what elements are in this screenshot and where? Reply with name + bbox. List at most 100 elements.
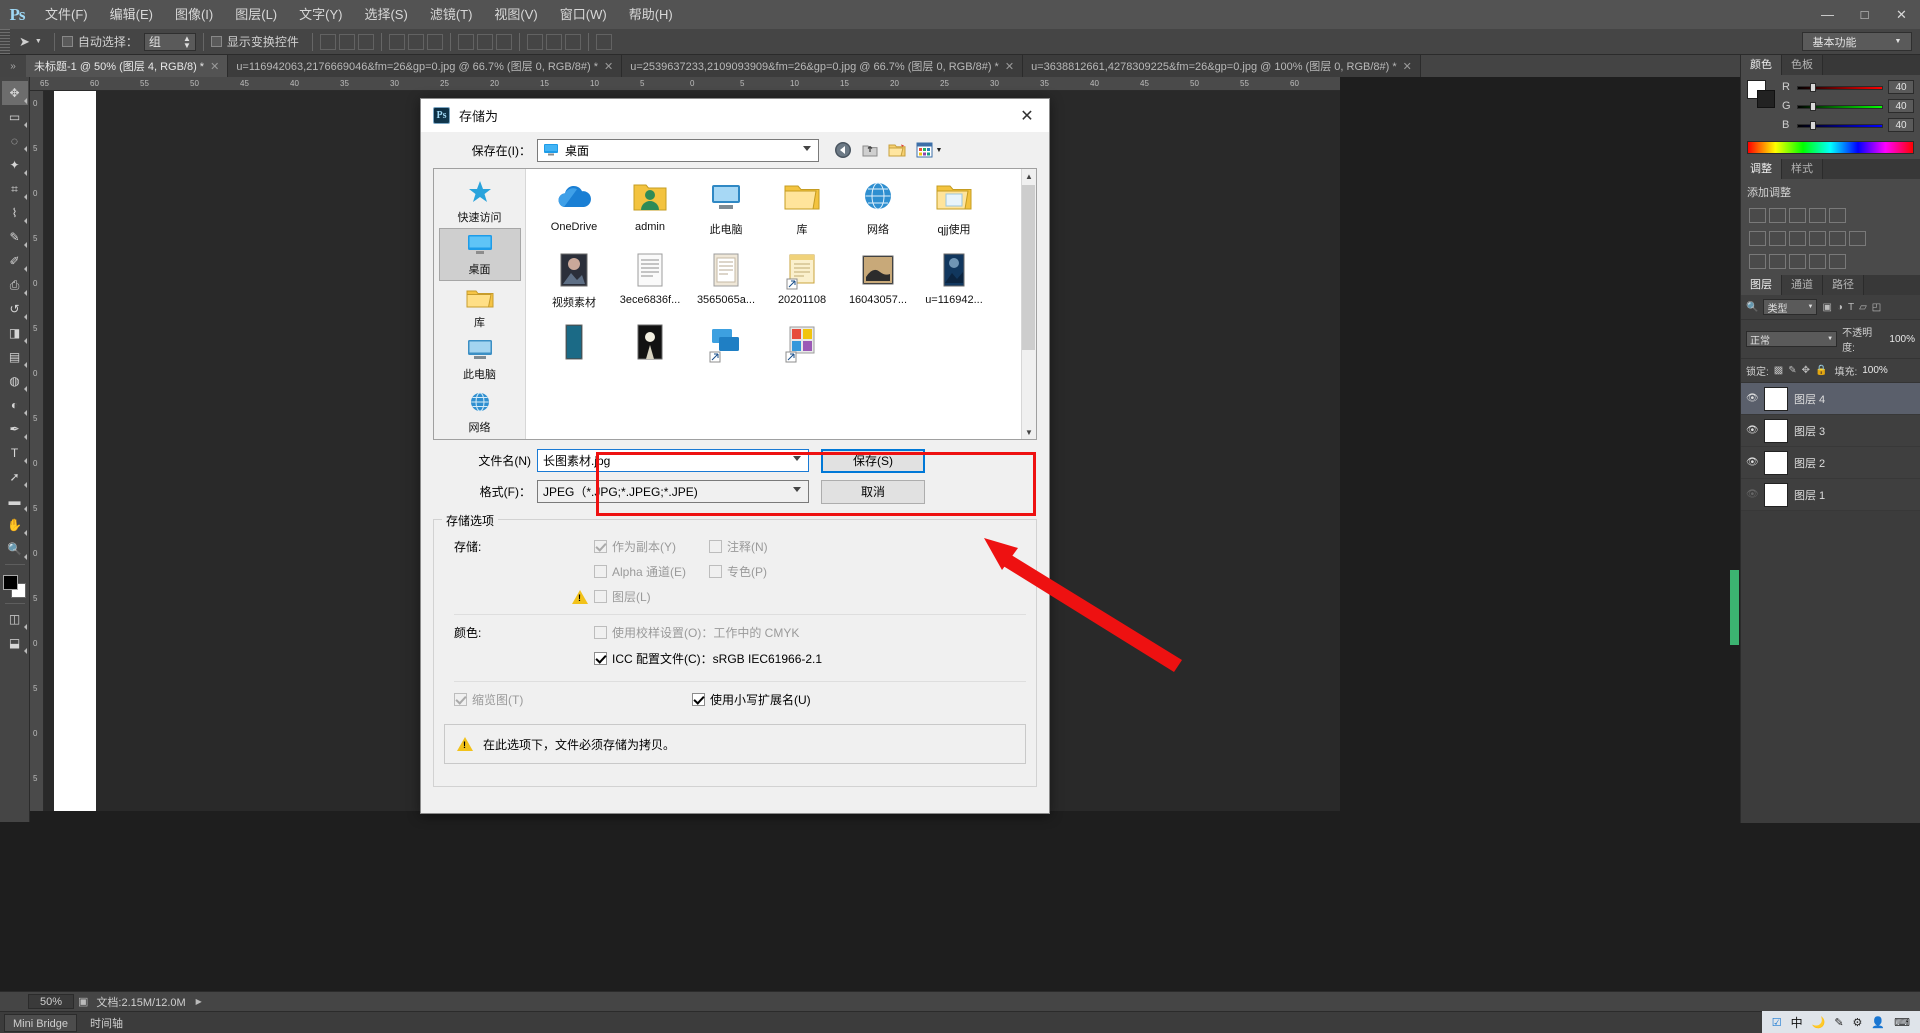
zoom-tool[interactable]: 🔍 [2, 537, 28, 561]
file-item[interactable]: 3565065a... [688, 250, 764, 323]
document-tab-1[interactable]: 未标题-1 @ 50% (图层 4, RGB/8) * ✕ [26, 55, 228, 77]
exposure-icon[interactable] [1809, 208, 1826, 223]
healing-brush-tool[interactable]: ✎ [2, 225, 28, 249]
menu-edit[interactable]: 编辑(E) [99, 0, 164, 29]
file-item[interactable]: 20201108 [764, 250, 840, 323]
format-dropdown[interactable]: JPEG（*.JPG;*.JPEG;*.JPE) [537, 480, 809, 503]
color-balance-icon[interactable] [1769, 231, 1786, 246]
tab-swatches[interactable]: 色板 [1782, 55, 1823, 75]
document-info-icon[interactable]: ▣ [78, 995, 88, 1008]
layer-row-4[interactable]: 👁 图层 1 [1741, 479, 1920, 511]
tab-channels[interactable]: 通道 [1782, 275, 1823, 295]
curves-icon[interactable] [1789, 208, 1806, 223]
pixel-filter-icon[interactable]: ▣ [1822, 302, 1831, 313]
file-item[interactable]: 网络 [840, 177, 916, 250]
file-item[interactable]: admin [612, 177, 688, 250]
thumbnail-option[interactable]: 缩览图(T) [454, 691, 594, 708]
crop-tool[interactable]: ⌗ [2, 177, 28, 201]
place-quick-access[interactable]: 快速访问 [439, 175, 521, 228]
clone-stamp-tool[interactable]: ⎙ [2, 273, 28, 297]
menu-view[interactable]: 视图(V) [483, 0, 548, 29]
gradient-map-icon[interactable] [1809, 254, 1826, 269]
color-swatches[interactable] [2, 574, 28, 600]
pen-tool[interactable]: ✒ [2, 417, 28, 441]
dialog-title-bar[interactable]: Ps 存储为 ✕ [421, 99, 1049, 132]
slider-track-r[interactable] [1797, 84, 1883, 91]
quick-mask-toggle[interactable]: ◫ [2, 607, 28, 631]
file-item[interactable]: 此电脑 [688, 177, 764, 250]
move-tool-preset[interactable]: ➤ ▼ [14, 34, 47, 50]
screen-mode-toggle[interactable]: ⬓ [2, 631, 28, 655]
place-library[interactable]: 库 [439, 281, 521, 334]
lowercase-ext-checkbox[interactable] [692, 693, 705, 706]
show-transform-checkbox[interactable] [211, 36, 222, 47]
slider-track-g[interactable] [1797, 103, 1883, 110]
color-slider-b[interactable]: B 40 [1782, 118, 1914, 132]
lock-image-icon[interactable]: ✎ [1788, 365, 1796, 376]
close-icon[interactable]: ✕ [1005, 60, 1014, 73]
layer-row-2[interactable]: 👁 图层 3 [1741, 415, 1920, 447]
channel-value-b[interactable]: 40 [1888, 118, 1914, 132]
layer-name[interactable]: 图层 1 [1794, 487, 1825, 503]
menu-layer[interactable]: 图层(L) [224, 0, 288, 29]
cancel-button[interactable]: 取消 [821, 480, 925, 504]
tab-adjustments[interactable]: 调整 [1741, 159, 1782, 179]
place-this-pc[interactable]: 此电脑 [439, 333, 521, 386]
opacity-value[interactable]: 100% [1889, 334, 1915, 345]
lock-position-icon[interactable]: ✥ [1802, 365, 1810, 376]
hue-saturation-icon[interactable] [1749, 231, 1766, 246]
distribute-top-icon[interactable] [458, 34, 474, 50]
file-item[interactable]: OneDrive [536, 177, 612, 250]
align-bottom-icon[interactable] [358, 34, 374, 50]
layer-row-1[interactable]: 👁 图层 4 [1741, 383, 1920, 415]
new-folder-button[interactable] [885, 139, 908, 162]
path-selection-tool[interactable]: ➚ [2, 465, 28, 489]
close-icon[interactable]: ✕ [604, 60, 613, 73]
up-folder-button[interactable] [858, 139, 881, 162]
distribute-right-icon[interactable] [565, 34, 581, 50]
alpha-channels-option[interactable]: Alpha 通道(E) [594, 563, 709, 580]
ime-user-icon[interactable]: 👤 [1871, 1016, 1885, 1029]
chevron-down-icon[interactable] [793, 456, 801, 461]
ime-keyboard-icon[interactable]: ⌨ [1894, 1016, 1910, 1029]
document-tab-4[interactable]: u=3638812661,4278309225&fm=26&gp=0.jpg @… [1023, 55, 1421, 77]
dialog-close-button[interactable]: ✕ [1005, 99, 1049, 132]
icc-profile-option[interactable]: ICC 配置文件(C)：sRGB IEC61966-2.1 [594, 650, 822, 667]
zoom-level-input[interactable]: 50% [28, 994, 74, 1009]
foreground-color-swatch[interactable] [3, 575, 18, 590]
auto-align-icon[interactable] [596, 34, 612, 50]
lasso-tool[interactable]: ◌ [2, 129, 28, 153]
gradient-tool[interactable]: ▤ [2, 345, 28, 369]
fill-value[interactable]: 100% [1862, 365, 1888, 376]
lowercase-ext-option[interactable]: 使用小写扩展名(U) [692, 691, 811, 708]
hand-tool[interactable]: ✋ [2, 513, 28, 537]
menu-file[interactable]: 文件(F) [34, 0, 99, 29]
marquee-tool[interactable]: ▭ [2, 105, 28, 129]
invert-icon[interactable] [1749, 254, 1766, 269]
file-item[interactable]: 库 [764, 177, 840, 250]
layer-name[interactable]: 图层 2 [1794, 455, 1825, 471]
layers-option[interactable]: 图层(L) [594, 588, 651, 605]
file-item[interactable]: 3ece6836f... [612, 250, 688, 323]
channel-value-g[interactable]: 40 [1888, 99, 1914, 113]
status-expand-icon[interactable]: ▶ [196, 997, 202, 1006]
spot-colors-option[interactable]: 专色(P) [709, 563, 824, 580]
type-filter-icon[interactable]: T [1848, 302, 1854, 313]
maximize-button[interactable]: □ [1846, 0, 1883, 29]
auto-select-dropdown[interactable]: 组 ▲▼ [144, 33, 196, 51]
icc-profile-checkbox[interactable] [594, 652, 607, 665]
slider-knob[interactable] [1810, 83, 1816, 92]
move-tool[interactable]: ✥ [2, 81, 28, 105]
spot-colors-checkbox[interactable] [709, 565, 722, 578]
eyedropper-tool[interactable]: ⌇ [2, 201, 28, 225]
file-item[interactable] [536, 323, 612, 396]
rectangle-tool[interactable]: ▬ [2, 489, 28, 513]
posterize-icon[interactable] [1769, 254, 1786, 269]
file-list[interactable]: OneDrive admin 此电脑 [526, 169, 1021, 439]
shape-filter-icon[interactable]: ▱ [1859, 302, 1867, 313]
photo-filter-icon[interactable] [1809, 231, 1826, 246]
menu-image[interactable]: 图像(I) [164, 0, 224, 29]
color-panel-swatches[interactable] [1747, 80, 1775, 108]
color-spectrum-bar[interactable] [1747, 141, 1914, 154]
filename-input[interactable]: 长图素材.jpg [537, 449, 809, 472]
